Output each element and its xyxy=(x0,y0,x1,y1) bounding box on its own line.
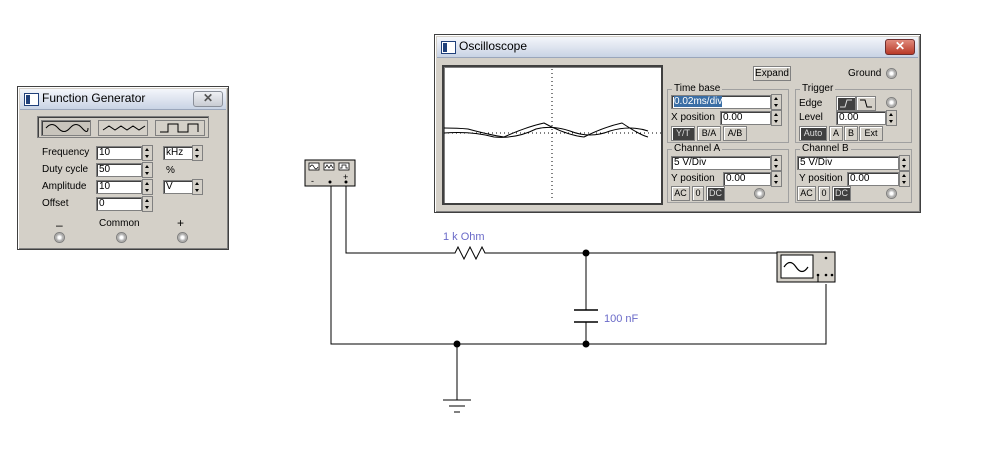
generator-minus-symbol: - xyxy=(311,176,314,186)
resistor[interactable] xyxy=(450,245,490,261)
ground-symbol xyxy=(443,399,471,413)
junction-top xyxy=(582,249,590,257)
capacitor-label: 100 nF xyxy=(604,313,639,325)
capacitor[interactable] xyxy=(574,309,598,323)
generator-plus-symbol: + xyxy=(343,172,348,182)
junction-bottom-left xyxy=(453,340,461,348)
resistor-label: 1 k Ohm xyxy=(443,231,485,243)
junction-bottom-right xyxy=(582,340,590,348)
circuit-wires xyxy=(330,186,827,400)
circuit-schematic: - + 1 k Ohm 100 nF xyxy=(304,159,836,413)
oscilloscope-symbol[interactable] xyxy=(776,251,836,283)
